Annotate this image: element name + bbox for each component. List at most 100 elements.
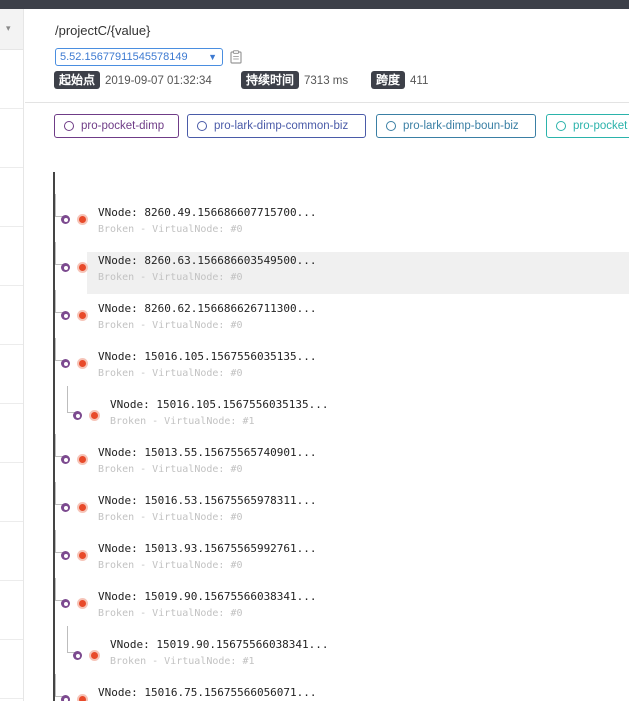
service-dot-icon	[73, 411, 82, 420]
duration-value: 7313 ms	[304, 75, 349, 87]
service-dot-icon	[61, 359, 70, 368]
tree-node[interactable]: VNode: 15016.105.1567556035135... Broken …	[53, 386, 629, 440]
service-dot-icon	[61, 215, 70, 224]
node-label: VNode: 8260.63.156686603549500...	[98, 254, 317, 267]
service-chip[interactable]: pro-pocket	[546, 114, 629, 138]
tree-connector	[55, 434, 56, 456]
node-sublabel: Broken - VirtualNode: #1	[110, 416, 255, 427]
tree-node[interactable]: VNode: 8260.62.156686626711300... Broken …	[53, 290, 629, 344]
node-sublabel: Broken - VirtualNode: #0	[98, 368, 243, 379]
span-count: 跨度 411	[371, 71, 428, 89]
service-chip[interactable]: pro-lark-dimp-boun-biz	[376, 114, 536, 138]
service-dot-icon	[61, 263, 70, 272]
service-dot-icon	[61, 455, 70, 464]
status-dot-icon	[77, 214, 88, 225]
node-sublabel: Broken - VirtualNode: #0	[98, 272, 243, 283]
list-item[interactable]	[0, 404, 23, 463]
status-dot-icon	[77, 358, 88, 369]
chevron-down-icon[interactable]: ▼	[208, 49, 217, 65]
status-dot-icon	[77, 550, 88, 561]
service-dot-icon	[73, 651, 82, 660]
service-chip[interactable]: pro-pocket-dimp	[54, 114, 179, 138]
status-dot-icon	[89, 650, 100, 661]
tree-connector	[55, 674, 56, 696]
span-value: 411	[410, 75, 429, 87]
node-sublabel: Broken - VirtualNode: #0	[98, 320, 243, 331]
tree-connector	[55, 194, 56, 216]
service-dot-icon	[61, 503, 70, 512]
node-label: VNode: 8260.49.156686607715700...	[98, 206, 317, 219]
node-sublabel: Broken - VirtualNode: #0	[98, 224, 243, 235]
tree-node[interactable]: VNode: 15013.93.15675565992761... Broken …	[53, 530, 629, 584]
circle-icon	[64, 121, 74, 131]
service-chip-label: pro-lark-dimp-common-biz	[214, 120, 349, 132]
node-label: VNode: 15016.53.15675565978311...	[98, 494, 317, 507]
list-item[interactable]	[0, 227, 23, 286]
node-sublabel: Broken - VirtualNode: #0	[98, 560, 243, 571]
service-dot-icon	[61, 551, 70, 560]
node-label: VNode: 15013.93.15675565992761...	[98, 542, 317, 555]
trace-header: /projectC/{value} 5.52.15677911545578149…	[25, 9, 629, 103]
circle-icon	[197, 121, 207, 131]
status-dot-icon	[77, 454, 88, 465]
tree-connector	[55, 482, 56, 504]
tree-node[interactable]: VNode: 15016.105.1567556035135... Broken …	[53, 338, 629, 392]
start-time: 起始点 2019-09-07 01:32:34	[54, 71, 212, 89]
node-label: VNode: 15019.90.15675566038341...	[98, 590, 317, 603]
node-sublabel: Broken - VirtualNode: #0	[98, 464, 243, 475]
tree-node[interactable]: VNode: 15019.90.15675566038341... Broken …	[53, 626, 629, 680]
tree-node[interactable]: VNode: 15019.90.15675566038341... Broken …	[53, 578, 629, 632]
start-value: 2019-09-07 01:32:34	[105, 75, 212, 87]
status-dot-icon	[77, 310, 88, 321]
list-item[interactable]	[0, 463, 23, 522]
list-item[interactable]	[0, 168, 23, 227]
service-dot-icon	[61, 695, 70, 701]
duration: 持续时间 7313 ms	[241, 71, 348, 89]
status-dot-icon	[77, 694, 88, 701]
list-item[interactable]	[0, 109, 23, 168]
circle-icon	[386, 121, 396, 131]
span-tree: VNode: 8260.49.156686607715700... Broken …	[53, 172, 629, 701]
list-item[interactable]	[0, 581, 23, 640]
list-item[interactable]	[0, 640, 23, 699]
status-dot-icon	[77, 262, 88, 273]
tree-connector	[55, 290, 56, 312]
trace-detail: /projectC/{value} 5.52.15677911545578149…	[25, 9, 629, 701]
service-chip-label: pro-lark-dimp-boun-biz	[403, 120, 519, 132]
left-panel-header[interactable]: ▾	[0, 9, 23, 50]
clipboard-icon[interactable]	[230, 50, 242, 64]
list-item[interactable]	[0, 522, 23, 581]
node-sublabel: Broken - VirtualNode: #0	[98, 512, 243, 523]
service-dot-icon	[61, 311, 70, 320]
node-sublabel: Broken - VirtualNode: #1	[110, 656, 255, 667]
tree-connector	[55, 338, 56, 360]
tree-node[interactable]: VNode: 8260.63.156686603549500... Broken …	[53, 242, 629, 296]
node-label: VNode: 15016.75.15675566056071...	[98, 686, 317, 699]
list-item[interactable]	[0, 286, 23, 345]
tree-node[interactable]: VNode: 15013.55.15675565740901... Broken …	[53, 434, 629, 488]
span-badge: 跨度	[371, 71, 406, 89]
left-panel: ▾	[0, 9, 24, 701]
start-badge: 起始点	[54, 71, 101, 89]
tree-node[interactable]: VNode: 15016.75.15675566056071...Broken …	[53, 674, 629, 701]
status-dot-icon	[77, 598, 88, 609]
node-label: VNode: 8260.62.156686626711300...	[98, 302, 317, 315]
chevron-down-icon[interactable]: ▾	[6, 23, 11, 34]
service-dot-icon	[61, 599, 70, 608]
service-chip-label: pro-pocket-dimp	[81, 120, 165, 132]
page-title: /projectC/{value}	[55, 23, 151, 38]
trace-id-value: 5.52.15677911545578149	[60, 51, 188, 63]
trace-id-select[interactable]: 5.52.15677911545578149 ▼	[55, 48, 223, 66]
tree-connector	[67, 626, 68, 652]
tree-connector	[67, 386, 68, 412]
duration-badge: 持续时间	[241, 71, 300, 89]
list-item[interactable]	[0, 50, 23, 109]
circle-icon	[556, 121, 566, 131]
node-label: VNode: 15016.105.1567556035135...	[110, 398, 329, 411]
list-item[interactable]	[0, 345, 23, 404]
top-bar	[0, 0, 629, 9]
tree-node[interactable]: VNode: 8260.49.156686607715700... Broken …	[53, 194, 629, 248]
service-chip[interactable]: pro-lark-dimp-common-biz	[187, 114, 366, 138]
tree-node[interactable]: VNode: 15016.53.15675565978311... Broken …	[53, 482, 629, 536]
tree-connector	[55, 578, 56, 600]
